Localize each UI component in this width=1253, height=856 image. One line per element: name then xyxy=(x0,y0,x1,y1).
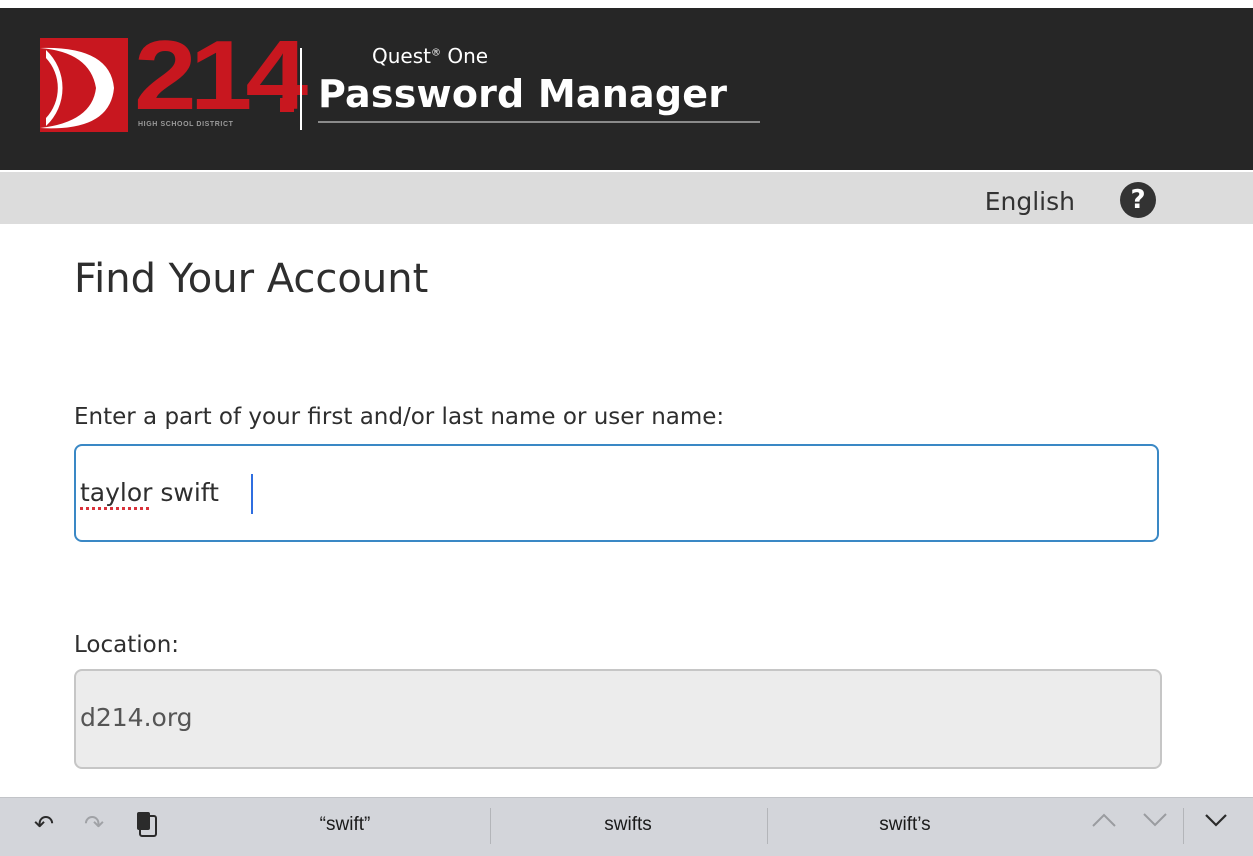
name-field-label: Enter a part of your first and/or last n… xyxy=(74,404,725,430)
language-selector[interactable]: English xyxy=(985,187,1075,216)
chevron-up-icon[interactable] xyxy=(1092,810,1116,832)
location-value: d214.org xyxy=(80,703,193,732)
title-underline xyxy=(318,121,760,123)
toolbar-separator xyxy=(1183,808,1184,844)
product-brand: Quest® One xyxy=(372,44,489,68)
logo-subtitle: HIGH SCHOOL DISTRICT xyxy=(138,121,234,128)
name-input-value: taylor swift xyxy=(80,478,219,507)
location-label: Location: xyxy=(74,632,180,658)
suggestion-possessive[interactable]: swift’s xyxy=(830,814,980,836)
clipboard-icon[interactable] xyxy=(136,810,158,842)
top-strip xyxy=(0,0,1253,8)
undo-icon[interactable]: ↶ xyxy=(34,812,54,836)
chevron-down-icon[interactable] xyxy=(1143,810,1167,832)
logo-number: 214 xyxy=(134,20,308,130)
district-logo-icon xyxy=(40,38,128,132)
suggestion-separator xyxy=(490,808,491,844)
keyboard-dismiss-icon[interactable] xyxy=(1205,810,1227,832)
page-title: Find Your Account xyxy=(74,256,429,302)
location-select[interactable] xyxy=(74,669,1162,769)
suggestion-separator xyxy=(767,808,768,844)
suggestion-quoted[interactable]: “swift” xyxy=(270,814,420,836)
suggestion-plural[interactable]: swifts xyxy=(553,814,703,836)
question-circle-icon[interactable]: ? xyxy=(1120,182,1156,218)
text-caret xyxy=(251,474,253,514)
redo-icon[interactable]: ↷ xyxy=(84,812,104,836)
product-title: Password Manager xyxy=(318,72,728,116)
logo-dot xyxy=(280,98,294,112)
logo-divider xyxy=(300,48,302,130)
name-search-input[interactable] xyxy=(74,444,1159,542)
